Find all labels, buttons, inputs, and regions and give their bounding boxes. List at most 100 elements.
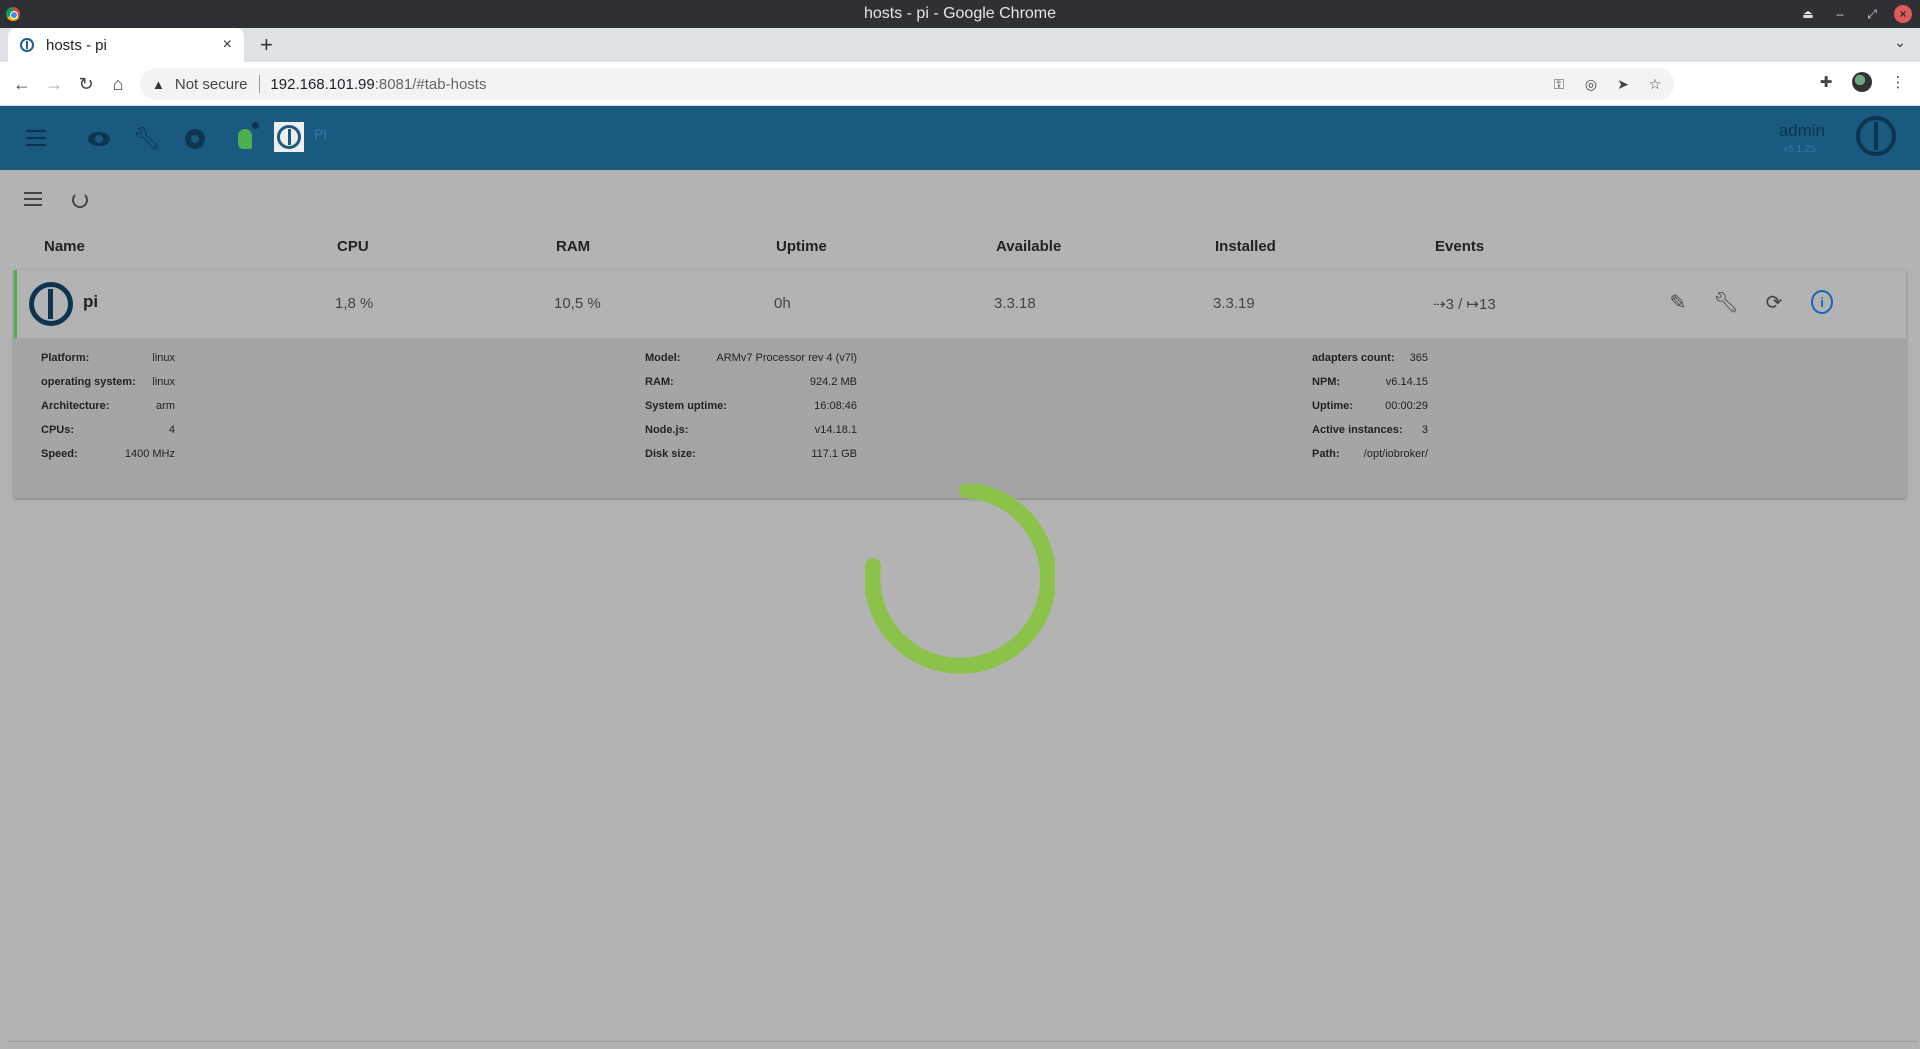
detail-value: v6.14.15 (1385, 376, 1428, 388)
browser-menu-icon[interactable]: ⋮ (1888, 73, 1908, 91)
header-name: Name (44, 238, 85, 255)
detail-key: operating system: (41, 376, 136, 388)
maximize-icon[interactable]: ⤢ (1862, 4, 1882, 24)
home-icon[interactable]: ⌂ (106, 72, 130, 96)
eye-icon[interactable] (86, 126, 112, 152)
header-available: Available (996, 238, 1062, 255)
host-name: pi (83, 292, 99, 311)
detail-key: Architecture: (41, 400, 110, 412)
app-version: v5.1.25 (1783, 144, 1816, 155)
extensions-puzzle-icon[interactable]: ✚ (1816, 73, 1836, 91)
back-arrow-icon[interactable]: ← (10, 72, 34, 96)
address-bar[interactable]: ▲ Not secure 192.168.101.99 :8081/#tab-h… (140, 68, 1674, 100)
menu-hamburger-icon[interactable] (26, 130, 46, 146)
theme-toggle-icon[interactable] (182, 126, 208, 152)
info-icon[interactable]: i (1811, 290, 1833, 314)
host-card: pi 1,8 % 10,5 % 0h 3.3.18 3.3.19 ⇢3 / ↦1… (14, 270, 1906, 498)
wrench-settings-icon[interactable]: 🔧︎ (1713, 290, 1738, 314)
detail-row: Platform: linux (41, 346, 175, 370)
host-details: Platform: linux operating system: linux Arch… (14, 338, 1906, 468)
detail-value: 117.1 GB (811, 448, 857, 460)
iobroker-favicon-icon (20, 38, 34, 52)
detail-key: Platform: (41, 352, 90, 364)
detail-row: Active instances: 3 (1312, 418, 1428, 442)
detail-value: 924.2 MB (809, 376, 857, 388)
window-titlebar: hosts - pi - Google Chrome ⏏ – ⤢ × (0, 0, 1920, 28)
details-column-system: Platform: linux operating system: linux Arch… (41, 346, 175, 466)
detail-key: System uptime: (645, 400, 727, 412)
window-menu-icon[interactable]: ⏏ (1798, 4, 1818, 24)
key-icon[interactable]: ⚿ (1550, 76, 1568, 93)
omnibox-divider (259, 75, 261, 93)
window-title: hosts - pi - Google Chrome (863, 5, 1057, 22)
detail-row: System uptime: 16:08:46 (645, 394, 857, 418)
iobroker-logo-icon[interactable] (274, 122, 304, 152)
not-secure-label[interactable]: Not secure (175, 76, 248, 93)
send-icon[interactable]: ➤ (1614, 76, 1632, 93)
window-close-icon[interactable]: × (1894, 5, 1912, 23)
detail-row: Speed: 1400 MHz (41, 442, 175, 466)
detail-value: linux (152, 376, 175, 388)
loading-spinner (865, 484, 1055, 674)
eye-off-icon[interactable]: ◎ (1582, 76, 1600, 93)
detail-value: ARMv7 Processor rev 4 (v7l) (716, 352, 857, 364)
detail-row: Uptime: 00:00:29 (1312, 394, 1428, 418)
refresh-icon[interactable] (72, 192, 88, 208)
content-toolbar (24, 192, 88, 208)
status-dot (252, 122, 259, 129)
header-ram: RAM (556, 238, 591, 255)
user-logo-icon[interactable] (1856, 116, 1896, 156)
detail-row: operating system: linux (41, 370, 175, 394)
detail-value: 4 (168, 424, 175, 436)
list-view-icon[interactable] (24, 192, 42, 206)
tab-close-icon[interactable]: × (223, 36, 232, 54)
host-logo-icon (29, 282, 73, 326)
table-row[interactable]: pi 1,8 % 10,5 % 0h 3.3.18 3.3.19 ⇢3 / ↦1… (14, 270, 1906, 338)
table-header: Name CPU RAM Uptime Available Installed … (0, 238, 1920, 258)
detail-key: Disk size: (645, 448, 696, 460)
detail-key: RAM: (645, 376, 674, 388)
detail-row: adapters count: 365 (1312, 346, 1428, 370)
header-installed: Installed (1215, 238, 1276, 255)
profile-avatar[interactable] (1852, 72, 1872, 92)
detail-key: Uptime: (1312, 400, 1353, 412)
window-controls: ⏏ – ⤢ × (1798, 4, 1912, 24)
host-label: PI (314, 126, 328, 142)
tab-strip: hosts - pi × + ⌄ (0, 28, 1920, 62)
detail-row: Path: /opt/iobroker/ (1312, 442, 1428, 466)
detail-value: linux (152, 352, 175, 364)
detail-row: RAM: 924.2 MB (645, 370, 857, 394)
chrome-logo-icon (6, 7, 20, 21)
warning-triangle-icon[interactable]: ▲ (152, 77, 165, 92)
detail-key: adapters count: (1312, 352, 1395, 364)
update-sync-icon[interactable]: ⟳ (1763, 290, 1785, 314)
host-uptime: 0h (774, 295, 791, 312)
url-path: :8081/#tab-hosts (374, 75, 487, 93)
detail-value: 365 (1409, 352, 1428, 364)
wrench-icon[interactable]: 🔧︎ (133, 126, 161, 152)
detail-key: Path: (1312, 448, 1340, 460)
detail-value: 3 (1421, 424, 1428, 436)
detail-key: NPM: (1312, 376, 1341, 388)
detail-row: CPUs: 4 (41, 418, 175, 442)
minimize-icon[interactable]: – (1830, 4, 1850, 24)
detail-value: 16:08:46 (814, 400, 857, 412)
forward-arrow-icon[interactable]: → (42, 72, 66, 96)
details-column-iobroker: adapters count: 365 NPM: v6.14.15 Uptime: 00:… (1312, 346, 1428, 466)
new-tab-button[interactable]: + (260, 32, 273, 58)
user-name[interactable]: admin (1779, 121, 1825, 141)
tab-search-chevron-icon[interactable]: ⌄ (1894, 34, 1906, 51)
reload-icon[interactable]: ↻ (74, 72, 98, 96)
detail-row: NPM: v6.14.15 (1312, 370, 1428, 394)
detail-row: Node.js: v14.18.1 (645, 418, 857, 442)
detail-value: arm (156, 400, 175, 412)
detail-key: Speed: (41, 448, 78, 460)
detail-key: Active instances: (1312, 424, 1403, 436)
expert-mode-head-icon[interactable] (232, 126, 258, 152)
edit-pencil-icon[interactable]: ✎ (1667, 290, 1689, 314)
bookmark-star-icon[interactable]: ☆ (1646, 76, 1664, 93)
browser-tab[interactable]: hosts - pi × (8, 28, 244, 62)
header-events: Events (1435, 238, 1485, 255)
browser-toolbar: ← → ↻ ⌂ ▲ Not secure 192.168.101.99 :808… (0, 62, 1920, 106)
url-host: 192.168.101.99 (270, 75, 375, 93)
